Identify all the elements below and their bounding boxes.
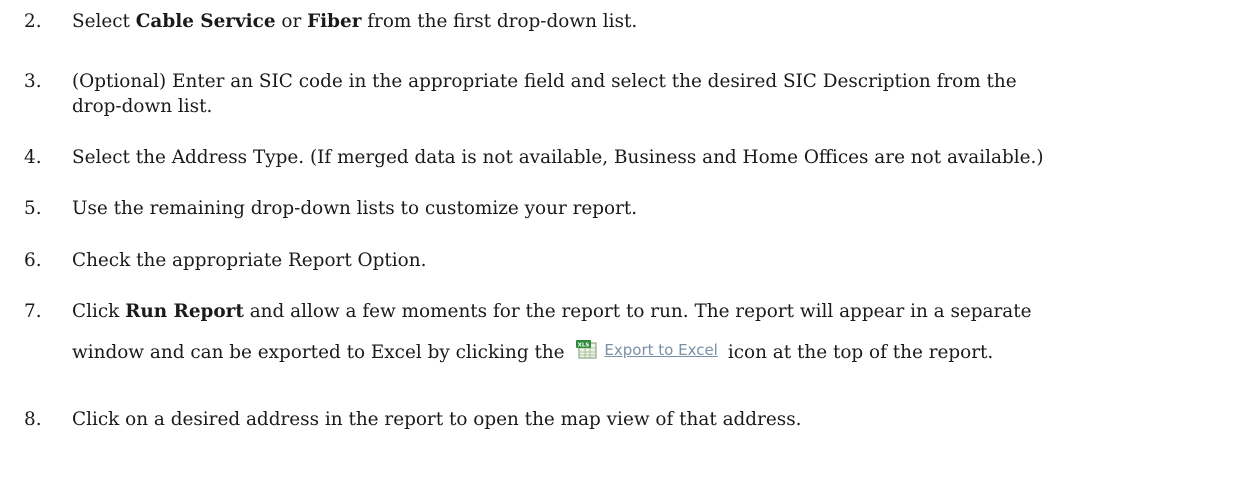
step-text-part: icon at the top of the report. [727,342,994,363]
step-text-part: window and can be exported to Excel by c… [72,342,571,363]
step-number: 3. [24,71,42,92]
step-text: Select the Address Type. (If merged data… [72,147,1044,168]
export-to-excel-link[interactable]: Export to Excel [604,341,717,359]
step-number: 5. [24,198,42,219]
bold-term-cable-service: Cable Service [135,11,276,32]
step-text-part: Select [72,11,136,32]
step-number: 4. [24,147,42,168]
step-text-part: or [275,11,308,32]
step-text: Click Run Report and allow a few moments… [72,299,1252,366]
bold-term-run-report: Run Report [125,301,244,322]
step-text: Use the remaining drop-down lists to cus… [72,198,638,219]
bold-term-fiber: Fiber [307,11,362,32]
step-number: 7. [24,301,42,322]
step-text-part: Click [72,301,126,322]
step-text: Check the appropriate Report Option. [72,250,427,271]
excel-xls-icon: XLS [576,340,598,360]
step-text-line: window and can be exported to Excel by c… [72,340,1252,366]
instruction-steps: 2. Select Cable Service or Fiber from th… [0,0,1260,487]
step-text-line: (Optional) Enter an SIC code in the appr… [72,71,1017,92]
step-number: 6. [24,250,42,271]
step-number: 2. [24,11,42,32]
step-text-line: Click Run Report and allow a few moments… [72,299,1252,324]
step-text-line: drop-down list. [72,96,213,117]
step-number: 8. [24,409,42,430]
svg-text:XLS: XLS [578,342,590,348]
step-text: Click on a desired address in the report… [72,409,802,430]
step-text: (Optional) Enter an SIC code in the appr… [72,69,1252,119]
step-text: Select Cable Service or Fiber from the f… [72,9,1252,34]
step-text-part: and allow a few moments for the report t… [243,301,1032,322]
step-text-part: from the first drop-down list. [361,11,638,32]
